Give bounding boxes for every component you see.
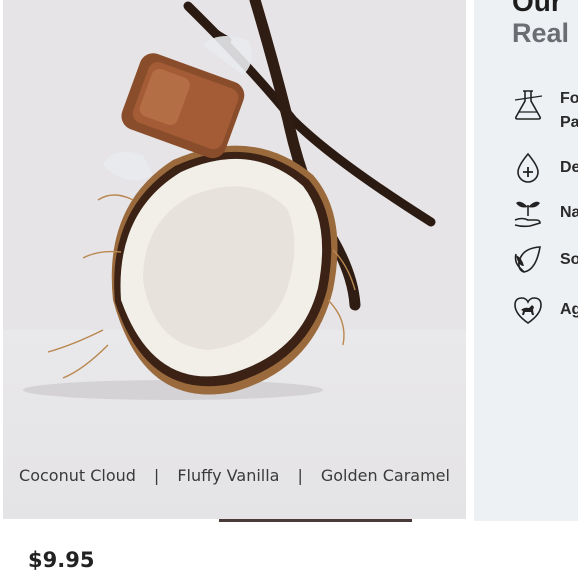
feature-label: Fo — [560, 90, 578, 107]
scent-list: Coconut Cloud | Fluffy Vanilla | Golden … — [3, 466, 466, 485]
feature-item: So — [512, 244, 578, 284]
scent-separator: | — [153, 466, 160, 485]
flask-icon — [514, 90, 543, 120]
info-heading: Our — [512, 0, 562, 17]
product-photo-illustration — [23, 0, 436, 400]
product-price: $9.95 — [28, 548, 95, 572]
feature-item: Fo Pa — [512, 88, 578, 131]
feature-label: Na — [560, 204, 578, 221]
feature-label: Ag — [560, 301, 578, 318]
leaf-icon — [514, 246, 541, 273]
feature-item: De — [512, 152, 578, 192]
heart-dog-icon — [514, 297, 542, 324]
feature-label: So — [560, 251, 578, 268]
hand-plant-icon — [514, 201, 541, 228]
feature-item: Ag — [512, 294, 578, 334]
scent-fluffy-vanilla: Fluffy Vanilla — [177, 466, 280, 485]
info-subheading: Real — [512, 18, 570, 48]
scent-coconut-cloud: Coconut Cloud — [19, 466, 136, 485]
feature-label: De — [560, 159, 578, 176]
product-page: Coconut Cloud | Fluffy Vanilla | Golden … — [0, 0, 578, 580]
product-image[interactable]: Coconut Cloud | Fluffy Vanilla | Golden … — [3, 0, 466, 521]
drop-plus-icon — [517, 152, 539, 183]
ingredients-info-panel: Our Real Fo Pa De Na So Ag — [474, 0, 578, 521]
feature-item: Na — [512, 196, 578, 236]
scent-separator: | — [297, 466, 303, 485]
scent-golden-caramel: Golden Caramel — [320, 466, 450, 485]
feature-label-line2: Pa — [560, 114, 578, 131]
